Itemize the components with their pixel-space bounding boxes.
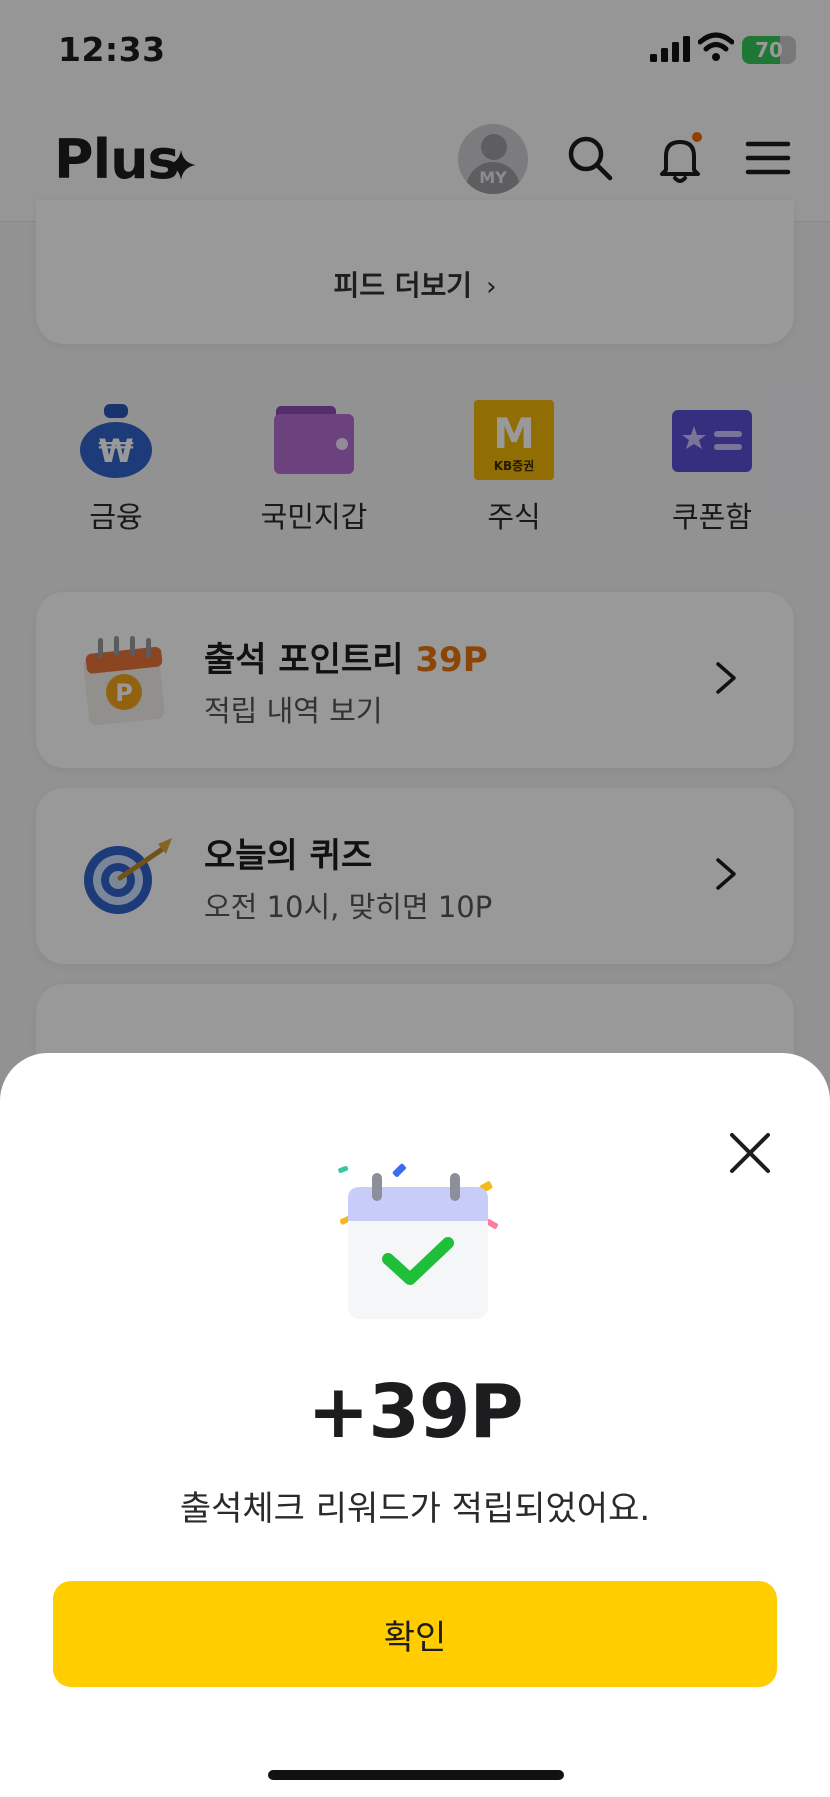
calendar-check-icon <box>338 1163 498 1319</box>
reward-message: 출석체크 리워드가 적립되었어요. <box>179 1489 651 1529</box>
earned-points: +39P <box>307 1369 523 1455</box>
reward-bottom-sheet: +39P 출석체크 리워드가 적립되었어요. 확인 <box>0 1053 830 1797</box>
close-icon[interactable] <box>722 1125 778 1181</box>
confirm-button[interactable]: 확인 <box>53 1581 777 1687</box>
home-indicator[interactable] <box>268 1770 564 1780</box>
